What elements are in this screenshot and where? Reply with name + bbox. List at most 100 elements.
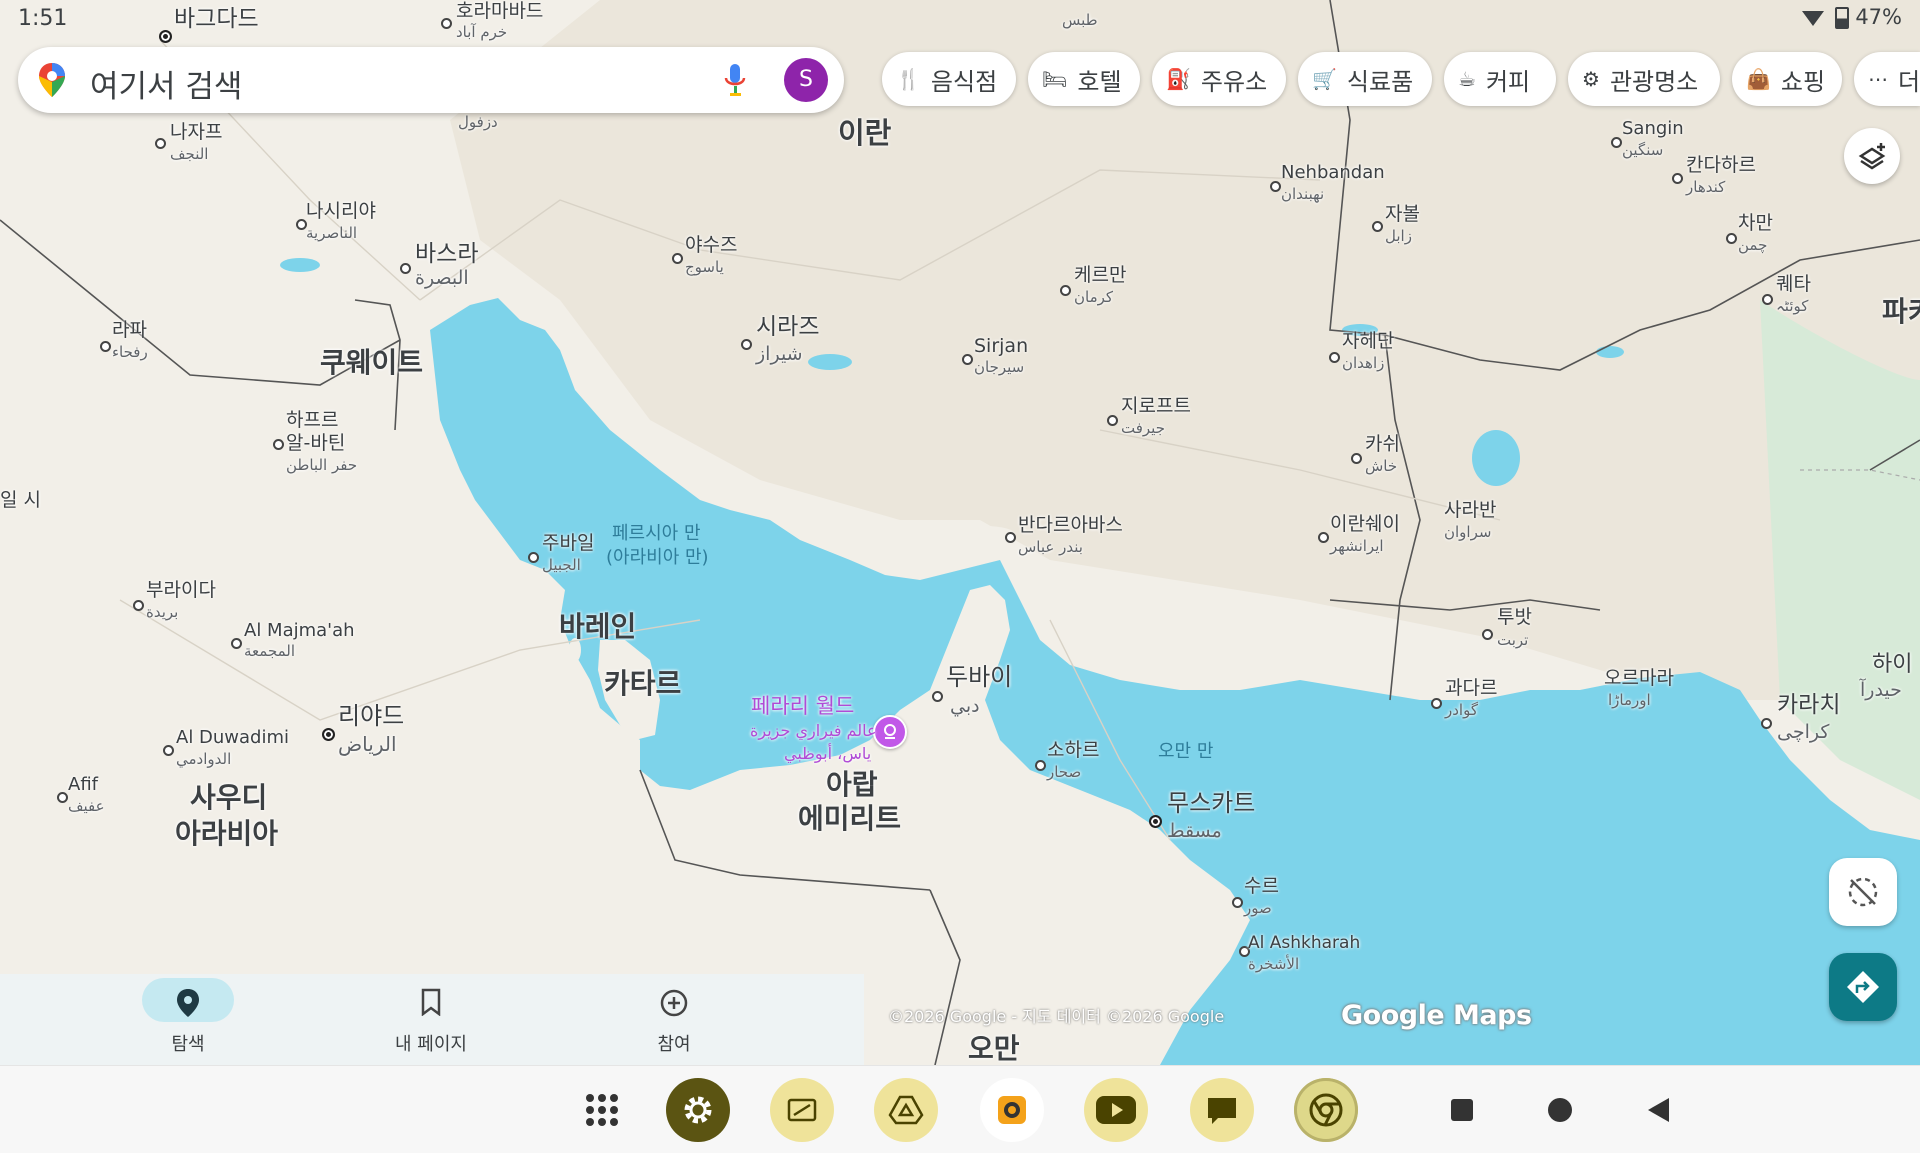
city-khorramabad[interactable]: 호라마바드 <box>456 0 543 23</box>
city-kandahar[interactable]: 칸다하르 <box>1686 154 1756 177</box>
poi-ferrari-world[interactable]: 페라리 월드 <box>751 694 854 718</box>
city-majmaah[interactable]: Al Majma'ah <box>244 620 355 642</box>
city-shiraz-ar: شیراز <box>756 343 803 365</box>
ferrari-world-poi-icon[interactable] <box>873 715 907 749</box>
city-khash[interactable]: 카쉬 <box>1365 433 1400 456</box>
app-drawer-button[interactable] <box>570 1078 634 1142</box>
city-sangin[interactable]: Sangin <box>1622 118 1684 140</box>
city-dot-buraidah <box>133 600 144 611</box>
avatar[interactable]: S <box>784 58 828 102</box>
my-location-button[interactable] <box>1829 858 1897 926</box>
slides-app[interactable] <box>770 1078 834 1142</box>
map-canvas[interactable] <box>0 0 1920 1065</box>
directions-button[interactable] <box>1829 953 1897 1021</box>
home-button-icon <box>1548 1098 1572 1122</box>
chip-restaurants[interactable]: 🍴 음식점 <box>882 52 1016 106</box>
city-muscat[interactable]: 무스카트 <box>1167 789 1255 818</box>
home-button[interactable] <box>1528 1078 1592 1142</box>
drive-app[interactable] <box>874 1078 938 1142</box>
city-sirjan[interactable]: Sirjan <box>974 335 1028 358</box>
city-nehbandan[interactable]: Nehbandan <box>1281 162 1385 184</box>
city-buraidah[interactable]: 부라이다 <box>146 579 216 602</box>
chip-more[interactable]: ⋯ 더 <box>1854 52 1920 106</box>
recents-button[interactable] <box>1430 1078 1494 1142</box>
city-najaf[interactable]: 나자프 <box>170 121 222 144</box>
back-button[interactable] <box>1626 1078 1690 1142</box>
bottom-navigation: 탐색 내 페이지 참여 <box>0 974 864 1065</box>
chip-coffee[interactable]: ☕ 커피 <box>1444 52 1556 106</box>
country-label-saudi-line2: 아라비아 <box>175 817 279 850</box>
city-dot-turbat <box>1482 629 1493 640</box>
city-jubail[interactable]: 주바일 <box>542 532 594 555</box>
city-zabol[interactable]: 자볼 <box>1385 203 1420 226</box>
city-hail-partial[interactable]: 일 시 <box>0 489 41 512</box>
back-button-icon <box>1648 1098 1669 1122</box>
city-tabas-ar: طبس <box>1062 11 1098 29</box>
city-khash-ar: خاش <box>1365 457 1398 475</box>
chat-app[interactable] <box>1190 1078 1254 1142</box>
city-muscat-ar: مسقط <box>1167 820 1222 842</box>
city-karachi[interactable]: 카라치 <box>1777 692 1840 718</box>
search-input[interactable]: 여기서 검색 <box>90 61 242 106</box>
city-hafar-line1[interactable]: 하프르 <box>286 409 338 432</box>
microphone-icon[interactable] <box>723 62 747 102</box>
cart-icon: 🛒 <box>1312 67 1337 91</box>
chip-shopping[interactable]: 👜 쇼핑 <box>1732 52 1842 106</box>
city-duwadimi[interactable]: Al Duwadimi <box>176 727 289 749</box>
city-sur[interactable]: 수르 <box>1244 875 1279 898</box>
layers-button[interactable] <box>1844 128 1900 184</box>
chrome-app[interactable] <box>1294 1078 1358 1142</box>
city-ashkharah[interactable]: Al Ashkharah <box>1248 933 1360 954</box>
city-sohar[interactable]: 소하르 <box>1047 739 1099 762</box>
city-kerman[interactable]: 케르만 <box>1074 264 1126 287</box>
map-attribution[interactable]: ©2026 Google - 지도 데이터 ©2026 Google <box>888 1003 1224 1027</box>
google-maps-logo: Google Maps <box>1341 1000 1532 1031</box>
city-basra[interactable]: 바스라 <box>415 241 478 267</box>
system-taskbar <box>0 1065 1920 1153</box>
city-riyadh[interactable]: 리야드 <box>338 702 404 731</box>
city-kandahar-ar: کندهار <box>1686 178 1726 196</box>
camera-app[interactable] <box>980 1078 1044 1142</box>
explore-pin-icon <box>177 989 199 1017</box>
city-bandar-abbas[interactable]: 반다르아바스 <box>1018 514 1123 537</box>
city-quetta[interactable]: 퀘타 <box>1776 273 1811 296</box>
city-sangin-ar: سنگین <box>1622 141 1664 159</box>
youtube-app[interactable] <box>1084 1078 1148 1142</box>
city-dubai-ar: دبي <box>950 695 980 717</box>
city-karachi-ar: کراچی <box>1777 721 1830 743</box>
city-jiroft-ar: جیرفت <box>1121 419 1165 437</box>
city-dot-sur <box>1232 897 1243 908</box>
chip-hotels[interactable]: 🛏 호텔 <box>1028 52 1140 106</box>
recents-button-icon <box>1451 1099 1473 1121</box>
country-label-uae-line2: 에미리트 <box>798 802 902 835</box>
city-turbat[interactable]: 투밧 <box>1497 606 1532 629</box>
chip-gas-stations[interactable]: ⛽ 주유소 <box>1152 52 1286 106</box>
city-dubai[interactable]: 두바이 <box>946 663 1012 692</box>
city-nasiriyah[interactable]: 나시리야 <box>306 200 376 223</box>
city-shiraz[interactable]: 시라즈 <box>756 314 819 340</box>
city-yasuj[interactable]: 야수즈 <box>685 234 737 257</box>
city-ormara[interactable]: 오르마라 <box>1604 667 1674 690</box>
city-hafar-line2[interactable]: 알-바틴 <box>286 432 345 455</box>
country-label-uae-line1: 아랍 <box>826 768 878 801</box>
city-dot-khorramabad <box>441 18 452 29</box>
chip-groceries[interactable]: 🛒 식료품 <box>1298 52 1432 106</box>
city-turbat-ar: تربت <box>1497 631 1529 649</box>
city-dot-majmaah <box>231 638 242 649</box>
city-baghdad[interactable]: 바그다드 <box>174 6 259 32</box>
city-iranshahr[interactable]: 이란쉐이 <box>1330 513 1400 536</box>
settings-app[interactable] <box>666 1078 730 1142</box>
city-rafha[interactable]: 라파 <box>112 319 147 342</box>
city-zahedan[interactable]: 자헤단 <box>1342 330 1394 353</box>
layers-icon <box>1858 143 1886 170</box>
city-hyderabad-partial[interactable]: 하이 <box>1872 652 1912 677</box>
city-jiroft[interactable]: 지로프트 <box>1121 395 1191 418</box>
city-saravan[interactable]: 사라반 <box>1444 499 1496 522</box>
chip-attractions[interactable]: ⚙ 관광명소 <box>1568 52 1720 106</box>
city-quetta-ar: کوئٹہ <box>1776 297 1809 315</box>
city-dot-sohar <box>1035 760 1046 771</box>
city-afif[interactable]: Afif <box>68 774 98 796</box>
search-bar[interactable]: 여기서 검색 S <box>18 47 844 113</box>
city-chaman[interactable]: 차만 <box>1738 212 1773 235</box>
city-gwadar[interactable]: 과다르 <box>1445 677 1497 700</box>
